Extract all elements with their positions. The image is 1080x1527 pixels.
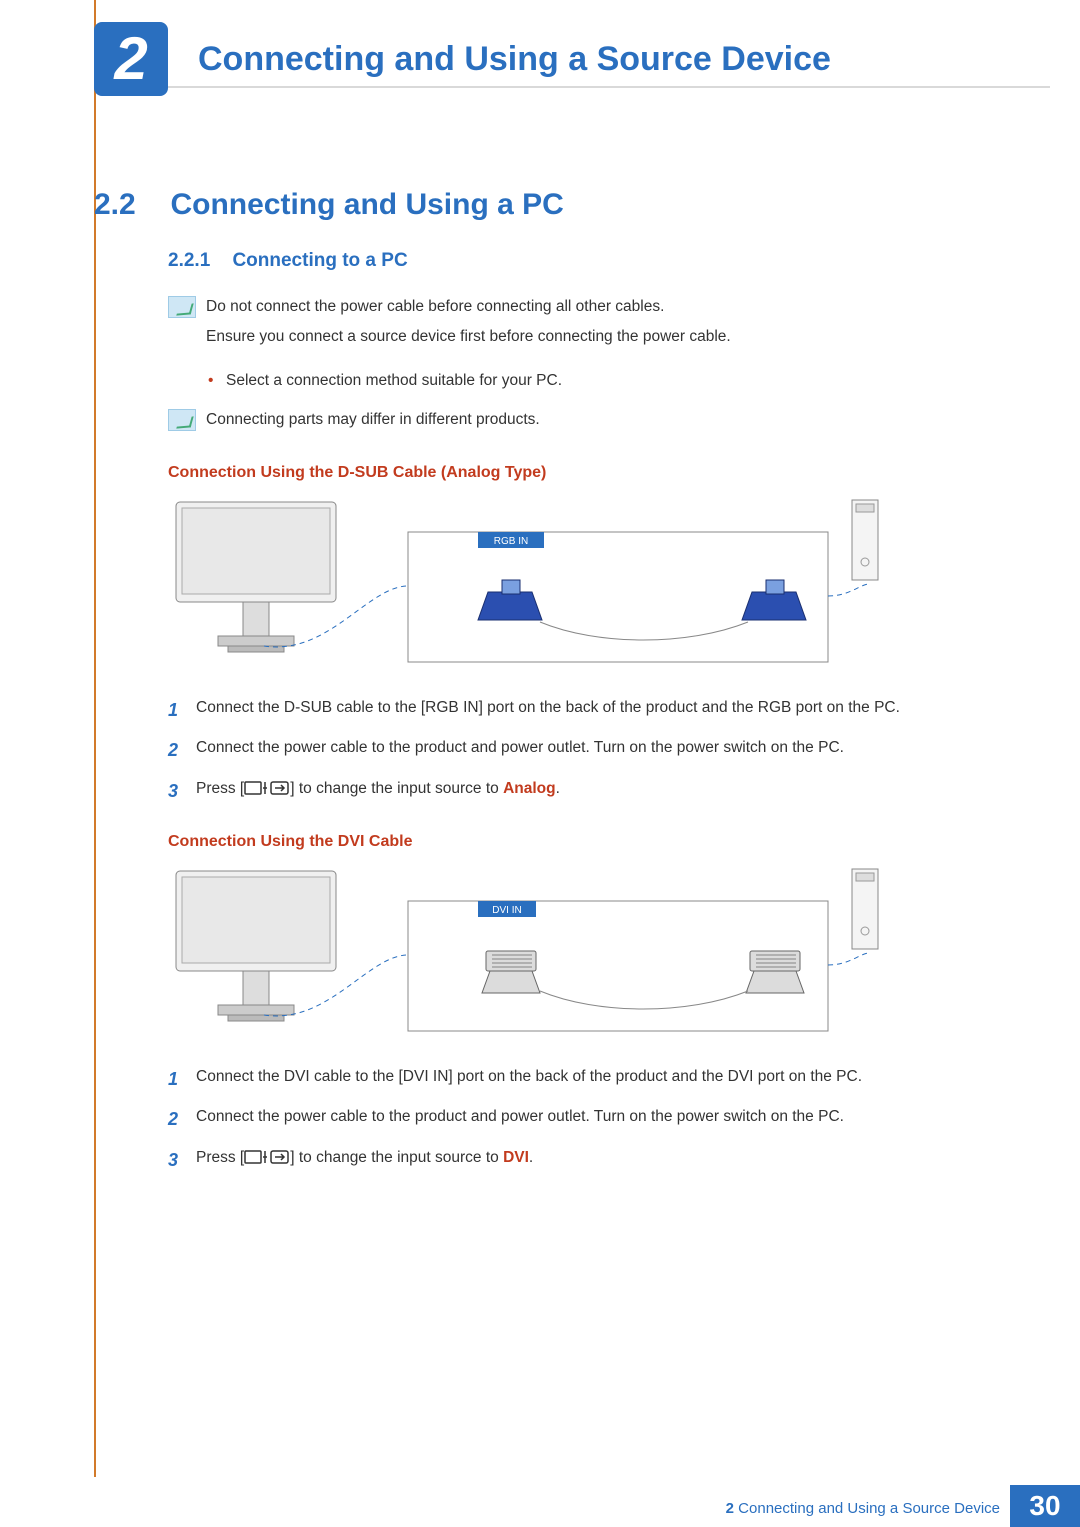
source-button-icon bbox=[244, 1148, 290, 1166]
step-item: 3 Press [] to change the input source to… bbox=[168, 776, 970, 807]
bullet-item: • Select a connection method suitable fo… bbox=[208, 369, 970, 394]
note-icon bbox=[168, 296, 196, 318]
steps-dvi: 1 Connect the DVI cable to the [DVI IN] … bbox=[168, 1064, 970, 1176]
subsection-heading: 2.2.1 Connecting to a PC bbox=[168, 250, 970, 272]
step-number: 2 bbox=[168, 735, 196, 766]
section-number: 2.2 bbox=[94, 188, 166, 222]
note-block: Connecting parts may differ in different… bbox=[168, 407, 970, 437]
step-text: Press [] to change the input source to A… bbox=[196, 776, 970, 807]
figure-dsub-connection: RGB IN bbox=[168, 496, 888, 671]
bullet-icon: • bbox=[208, 369, 226, 394]
header-divider bbox=[168, 86, 1050, 88]
chapter-header: 2 Connecting and Using a Source Device bbox=[94, 26, 1080, 96]
step-number: 3 bbox=[168, 1145, 196, 1176]
connection-heading-dsub: Connection Using the D-SUB Cable (Analog… bbox=[168, 464, 970, 482]
bullet-text: Select a connection method suitable for … bbox=[226, 369, 562, 394]
note-icon bbox=[168, 409, 196, 431]
footer-chapter-ref: 2 Connecting and Using a Source Device bbox=[726, 1500, 1000, 1517]
page-footer: 2 Connecting and Using a Source Device 3… bbox=[0, 1479, 1080, 1527]
step-number: 3 bbox=[168, 776, 196, 807]
note-text: Connecting parts may differ in different… bbox=[206, 407, 970, 433]
source-button-icon bbox=[244, 779, 290, 797]
step-text: Connect the DVI cable to the [DVI IN] po… bbox=[196, 1064, 970, 1095]
page-number-badge: 30 bbox=[1010, 1485, 1080, 1527]
section-title: Connecting and Using a PC bbox=[170, 188, 563, 221]
chapter-title: Connecting and Using a Source Device bbox=[198, 40, 831, 79]
step-item: 3 Press [] to change the input source to… bbox=[168, 1145, 970, 1176]
note-text: Ensure you connect a source device first… bbox=[206, 324, 970, 350]
chapter-number-badge: 2 bbox=[94, 22, 168, 96]
figure-dvi-connection: DVI IN bbox=[168, 865, 888, 1040]
step-text: Connect the power cable to the product a… bbox=[196, 735, 970, 766]
section-heading: 2.2 Connecting and Using a PC bbox=[94, 188, 564, 222]
subsection-title: Connecting to a PC bbox=[232, 250, 407, 271]
subsection-number: 2.2.1 bbox=[168, 250, 228, 272]
connection-heading-dvi: Connection Using the DVI Cable bbox=[168, 833, 970, 851]
step-text: Press [] to change the input source to D… bbox=[196, 1145, 970, 1176]
step-item: 1 Connect the DVI cable to the [DVI IN] … bbox=[168, 1064, 970, 1095]
step-item: 1 Connect the D-SUB cable to the [RGB IN… bbox=[168, 695, 970, 726]
step-text: Connect the D-SUB cable to the [RGB IN] … bbox=[196, 695, 970, 726]
svg-text:DVI IN: DVI IN bbox=[492, 905, 521, 916]
svg-text:RGB IN: RGB IN bbox=[494, 536, 528, 547]
page-number: 30 bbox=[1029, 1490, 1060, 1522]
step-number: 1 bbox=[168, 695, 196, 726]
step-item: 2 Connect the power cable to the product… bbox=[168, 1104, 970, 1135]
step-item: 2 Connect the power cable to the product… bbox=[168, 735, 970, 766]
step-text: Connect the power cable to the product a… bbox=[196, 1104, 970, 1135]
note-text: Do not connect the power cable before co… bbox=[206, 294, 970, 320]
step-number: 2 bbox=[168, 1104, 196, 1135]
chapter-number: 2 bbox=[114, 29, 147, 89]
steps-dsub: 1 Connect the D-SUB cable to the [RGB IN… bbox=[168, 695, 970, 807]
step-number: 1 bbox=[168, 1064, 196, 1095]
note-block: Do not connect the power cable before co… bbox=[168, 294, 970, 355]
